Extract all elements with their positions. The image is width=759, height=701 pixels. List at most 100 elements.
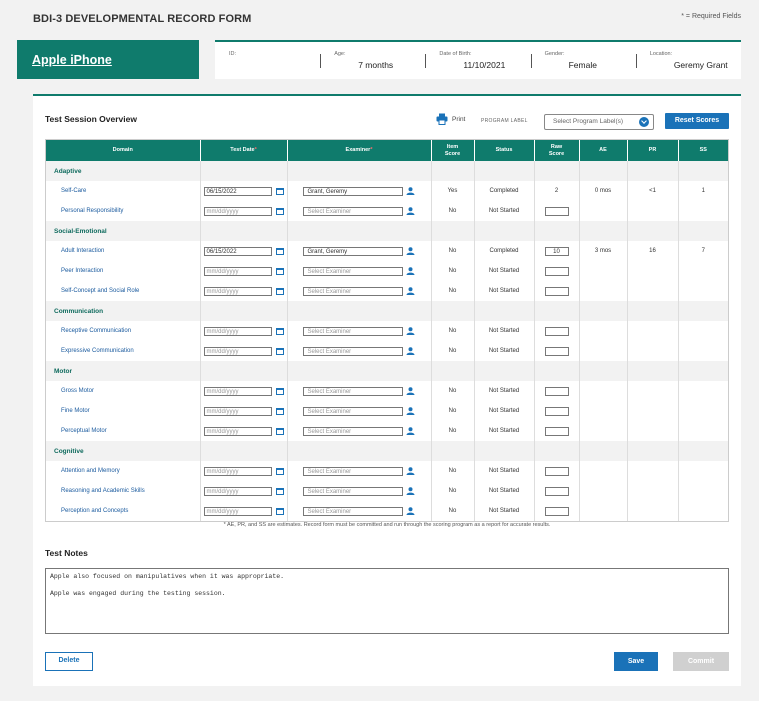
test-date-input[interactable]: mm/dd/yyyy <box>203 426 272 436</box>
domain-link[interactable]: Reasoning and Academic Skills <box>46 481 201 501</box>
domain-link[interactable]: Adult Interaction <box>46 241 201 261</box>
person-icon[interactable] <box>406 327 415 335</box>
commit-button[interactable]: Commit <box>673 652 729 671</box>
raw-score-input[interactable] <box>544 506 569 516</box>
domain-link[interactable]: Peer Interaction <box>46 261 201 281</box>
test-date-input[interactable]: 06/15/2022 <box>203 186 272 196</box>
raw-score-input[interactable] <box>544 386 569 396</box>
test-date-input[interactable]: mm/dd/yyyy <box>203 506 272 516</box>
delete-button[interactable]: Delete <box>45 652 93 671</box>
examiner-select[interactable]: Grant, Geremy <box>302 246 403 256</box>
examiner-select[interactable]: Select Examiner <box>302 426 403 436</box>
calendar-icon[interactable] <box>275 187 284 195</box>
col-header-domain: Domain <box>46 140 201 161</box>
examiner-select[interactable]: Select Examiner <box>302 206 403 216</box>
reset-scores-button[interactable]: Reset Scores <box>665 113 729 129</box>
test-date-cell: mm/dd/yyyy <box>200 401 288 421</box>
test-date-input[interactable]: 06/15/2022 <box>203 246 272 256</box>
test-date-input[interactable]: mm/dd/yyyy <box>203 386 272 396</box>
person-icon[interactable] <box>406 507 415 515</box>
examiner-select[interactable]: Select Examiner <box>302 406 403 416</box>
domain-link[interactable]: Gross Motor <box>46 381 201 401</box>
raw-score-input[interactable] <box>544 206 569 216</box>
raw-score-input[interactable] <box>544 286 569 296</box>
pr-value <box>627 341 679 361</box>
save-button[interactable]: Save <box>614 652 658 671</box>
calendar-icon[interactable] <box>275 467 284 475</box>
test-date-input[interactable]: mm/dd/yyyy <box>203 326 272 336</box>
calendar-icon[interactable] <box>275 427 284 435</box>
test-date-input[interactable]: mm/dd/yyyy <box>203 206 272 216</box>
ss-value <box>678 201 728 221</box>
person-icon[interactable] <box>406 407 415 415</box>
examiner-select[interactable]: Select Examiner <box>302 506 403 516</box>
ss-value <box>678 481 728 501</box>
raw-score-input[interactable]: 10 <box>544 246 569 256</box>
domain-link[interactable]: Self-Concept and Social Role <box>46 281 201 301</box>
domain-link[interactable]: Personal Responsibility <box>46 201 201 221</box>
calendar-icon[interactable] <box>275 267 284 275</box>
calendar-icon[interactable] <box>275 327 284 335</box>
test-date-input[interactable]: mm/dd/yyyy <box>203 346 272 356</box>
calendar-icon[interactable] <box>275 407 284 415</box>
calendar-icon[interactable] <box>275 247 284 255</box>
calendar-icon[interactable] <box>275 207 284 215</box>
calendar-icon[interactable] <box>275 347 284 355</box>
calendar-icon[interactable] <box>275 507 284 515</box>
person-icon[interactable] <box>406 187 415 195</box>
person-icon[interactable] <box>406 207 415 215</box>
patient-dob-value: 11/10/2021 <box>463 60 506 70</box>
test-date-input[interactable]: mm/dd/yyyy <box>203 406 272 416</box>
raw-score-input[interactable] <box>544 486 569 496</box>
person-icon[interactable] <box>406 427 415 435</box>
raw-score-input[interactable] <box>544 426 569 436</box>
examiner-select[interactable]: Grant, Geremy <box>302 186 403 196</box>
test-date-input[interactable]: mm/dd/yyyy <box>203 266 272 276</box>
calendar-icon[interactable] <box>275 387 284 395</box>
calendar-icon[interactable] <box>275 287 284 295</box>
raw-score-cell <box>534 341 580 361</box>
person-icon[interactable] <box>406 487 415 495</box>
person-icon[interactable] <box>406 347 415 355</box>
raw-score-input[interactable] <box>544 346 569 356</box>
print-button[interactable]: Print <box>436 113 465 125</box>
raw-score-input[interactable] <box>544 266 569 276</box>
domain-link[interactable]: Expressive Communication <box>46 341 201 361</box>
test-date-input[interactable]: mm/dd/yyyy <box>203 466 272 476</box>
person-icon[interactable] <box>406 467 415 475</box>
domain-link[interactable]: Attention and Memory <box>46 461 201 481</box>
test-date-input[interactable]: mm/dd/yyyy <box>203 286 272 296</box>
examiner-select[interactable]: Select Examiner <box>302 326 403 336</box>
examiner-select[interactable]: Select Examiner <box>302 486 403 496</box>
raw-score-input[interactable] <box>544 466 569 476</box>
program-label-select[interactable]: Select Program Label(s) <box>544 114 654 130</box>
domain-link[interactable]: Fine Motor <box>46 401 201 421</box>
item-score-value: No <box>431 341 475 361</box>
examiner-select[interactable]: Select Examiner <box>302 286 403 296</box>
raw-score-input[interactable] <box>544 326 569 336</box>
raw-score-input[interactable] <box>544 406 569 416</box>
status-value: Not Started <box>474 341 535 361</box>
pr-value <box>627 201 679 221</box>
test-date-input[interactable]: mm/dd/yyyy <box>203 486 272 496</box>
status-value: Not Started <box>474 321 535 341</box>
domain-link[interactable]: Self-Care <box>46 181 201 201</box>
calendar-icon[interactable] <box>275 487 284 495</box>
domain-link[interactable]: Receptive Communication <box>46 321 201 341</box>
item-score-value: No <box>431 201 475 221</box>
raw-score-value: 2 <box>554 188 559 194</box>
domain-link[interactable]: Perception and Concepts <box>46 501 201 521</box>
person-icon[interactable] <box>406 387 415 395</box>
examiner-select[interactable]: Select Examiner <box>302 266 403 276</box>
test-notes-textarea[interactable]: Apple also focused on manipulatives when… <box>45 568 729 634</box>
patient-location-label: Location: <box>649 51 673 57</box>
person-icon[interactable] <box>406 287 415 295</box>
examiner-select[interactable]: Select Examiner <box>302 466 403 476</box>
person-icon[interactable] <box>406 267 415 275</box>
examiner-select[interactable]: Select Examiner <box>302 346 403 356</box>
patient-name-link[interactable]: Apple iPhone <box>32 53 112 67</box>
domain-link[interactable]: Perceptual Motor <box>46 421 201 441</box>
examiner-cell: Select Examiner <box>287 401 432 421</box>
person-icon[interactable] <box>406 247 415 255</box>
examiner-select[interactable]: Select Examiner <box>302 386 403 396</box>
